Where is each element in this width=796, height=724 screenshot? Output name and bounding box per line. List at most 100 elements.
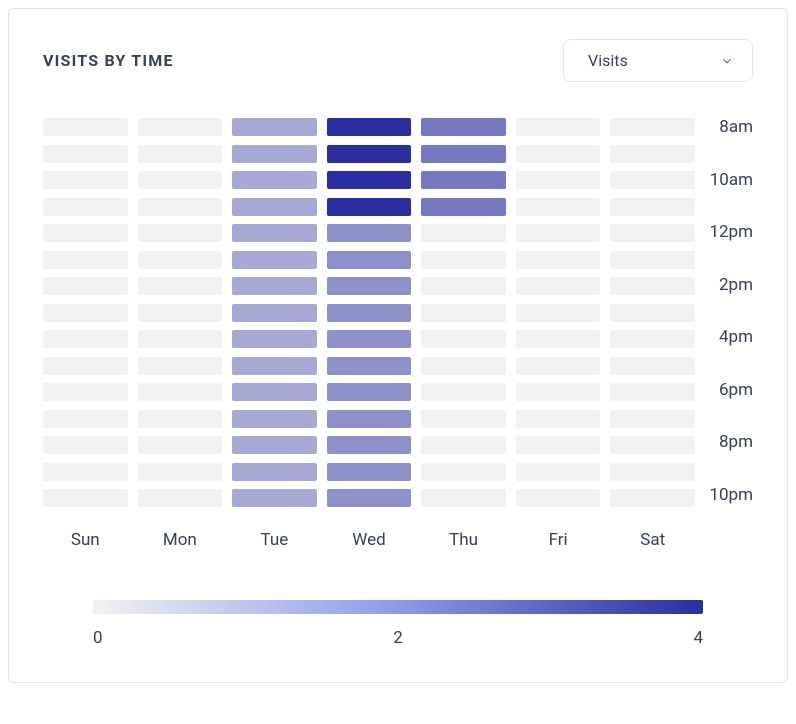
heatmap-cell [43,118,128,136]
heatmap-cell [43,357,128,375]
heatmap-cell [516,304,601,322]
y-axis-label: 2pm [705,276,753,329]
heatmap-cell [232,489,317,507]
x-axis-label: Mon [138,530,223,550]
metric-dropdown[interactable]: Visits [563,39,753,82]
heatmap-cell [516,463,601,481]
heatmap-cell [43,463,128,481]
heatmap-cell [43,410,128,428]
heatmap-cell [232,304,317,322]
heatmap-cell [138,330,223,348]
heatmap-cell [327,489,412,507]
heatmap-cell [138,383,223,401]
heatmap-cell [516,489,601,507]
heatmap-cell [43,489,128,507]
heatmap-cell [516,118,601,136]
heatmap-y-axis: 8am10am12pm2pm4pm6pm8pm10pm [695,118,753,538]
heatmap-cell [232,224,317,242]
heatmap: SunMonTueWedThuFriSat 8am10am12pm2pm4pm6… [43,118,753,550]
heatmap-cell [421,224,506,242]
heatmap-cell [516,277,601,295]
heatmap-cell [138,224,223,242]
heatmap-cell [232,198,317,216]
heatmap-cell [610,463,695,481]
heatmap-cell [421,251,506,269]
heatmap-cell [138,198,223,216]
heatmap-cell [43,304,128,322]
heatmap-cell [516,224,601,242]
heatmap-cell [516,171,601,189]
heatmap-cell [610,145,695,163]
heatmap-cell [610,357,695,375]
legend-gradient [93,600,703,614]
heatmap-cell [138,118,223,136]
heatmap-column: Thu [421,118,506,550]
dropdown-selected-label: Visits [588,51,628,70]
heatmap-cell [421,410,506,428]
heatmap-cell [327,171,412,189]
heatmap-cell [138,171,223,189]
y-axis-label: 10am [705,171,753,224]
heatmap-cell [421,277,506,295]
heatmap-cell [516,436,601,454]
x-axis-label: Wed [327,530,412,550]
y-axis-label: 4pm [705,328,753,381]
heatmap-cell [421,198,506,216]
legend-tick-label: 0 [93,628,103,648]
y-axis-label: 12pm [705,223,753,276]
heatmap-cell [421,304,506,322]
y-axis-label: 8pm [705,433,753,486]
heatmap-cell [421,171,506,189]
heatmap-cell [232,410,317,428]
heatmap-cell [327,145,412,163]
heatmap-cell [138,251,223,269]
heatmap-cell [327,277,412,295]
heatmap-cell [610,330,695,348]
heatmap-cell [516,410,601,428]
heatmap-cell [138,489,223,507]
heatmap-cell [610,489,695,507]
heatmap-cell [610,171,695,189]
heatmap-cell [516,357,601,375]
x-axis-label: Sat [610,530,695,550]
card-title: VISITS BY TIME [43,51,174,70]
heatmap-cell [43,171,128,189]
heatmap-cell [232,436,317,454]
heatmap-cell [138,463,223,481]
heatmap-cell [516,383,601,401]
heatmap-cell [138,436,223,454]
heatmap-cell [421,145,506,163]
heatmap-cell [327,330,412,348]
y-axis-label: 8am [705,118,753,171]
y-axis-label: 6pm [705,381,753,434]
heatmap-cell [327,383,412,401]
heatmap-cell [327,463,412,481]
heatmap-cell [421,330,506,348]
heatmap-cell [232,463,317,481]
heatmap-cell [516,145,601,163]
heatmap-cell [610,383,695,401]
heatmap-cell [516,251,601,269]
heatmap-cell [232,277,317,295]
chevron-down-icon [720,54,734,68]
y-axis-label: 10pm [705,486,753,539]
heatmap-cell [327,251,412,269]
heatmap-column: Wed [327,118,412,550]
card-header: VISITS BY TIME Visits [43,39,753,82]
heatmap-grid: SunMonTueWedThuFriSat [43,118,695,550]
heatmap-cell [43,224,128,242]
heatmap-cell [327,357,412,375]
heatmap-cell [43,436,128,454]
heatmap-cell [421,118,506,136]
heatmap-cell [327,224,412,242]
heatmap-cell [610,277,695,295]
legend-tick-label: 4 [693,628,703,648]
heatmap-cell [610,118,695,136]
heatmap-cell [610,410,695,428]
heatmap-cell [327,118,412,136]
heatmap-column: Sat [610,118,695,550]
heatmap-cell [610,198,695,216]
x-axis-label: Tue [232,530,317,550]
heatmap-cell [421,436,506,454]
heatmap-cell [43,383,128,401]
